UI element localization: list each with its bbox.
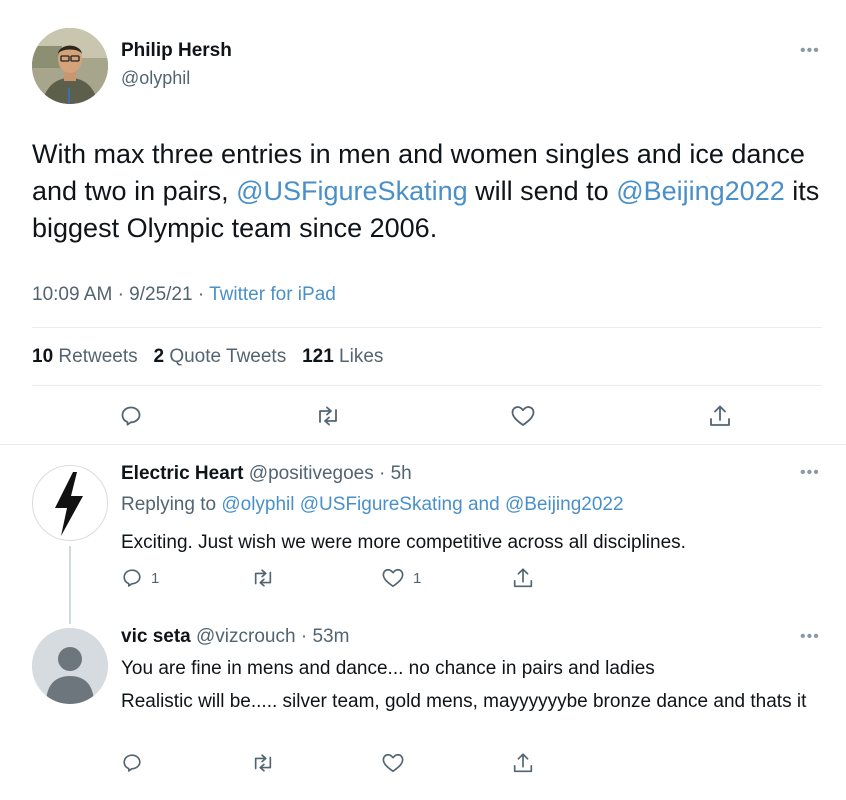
reply-age[interactable]: 53m [312, 626, 349, 647]
reply-icon[interactable] [121, 752, 143, 774]
likes-count: 121 [302, 346, 334, 367]
reply-author-avatar[interactable] [32, 465, 108, 541]
retweet-icon[interactable] [250, 752, 276, 774]
more-options-icon[interactable]: ••• [800, 628, 820, 646]
reply-text-line: Realistic will be..... silver team, gold… [121, 691, 807, 712]
divider [32, 385, 822, 386]
separator-dot: · [117, 284, 124, 305]
divider [32, 327, 822, 328]
reply-text: Exciting. Just wish we were more competi… [121, 532, 686, 553]
replying-to-mentions[interactable]: @olyphil @USFigureSkating and @Beijing20… [221, 494, 623, 515]
likes-label: Likes [339, 346, 384, 367]
heart-icon[interactable] [381, 752, 405, 774]
main-author-handle[interactable]: @olyphil [121, 68, 190, 89]
reply-author-handle[interactable]: @vizcrouch [196, 626, 296, 647]
share-icon[interactable] [511, 751, 535, 775]
main-tweet-text: With max three entries in men and women … [32, 136, 822, 247]
reply-count: 1 [151, 569, 160, 587]
share-icon[interactable] [511, 566, 535, 590]
default-avatar[interactable] [32, 628, 108, 704]
replying-to-prefix: Replying to [121, 494, 222, 515]
tweet-date[interactable]: 9/25/21 [129, 284, 192, 305]
more-options-icon[interactable]: ••• [800, 464, 820, 482]
reply-icon[interactable] [119, 404, 143, 428]
main-author-avatar[interactable] [32, 28, 108, 104]
reply-author-handle[interactable]: @positivegoes [249, 463, 374, 484]
mention-link[interactable]: @Beijing2022 [616, 176, 785, 206]
divider [0, 444, 846, 445]
separator-dot: · [295, 626, 313, 647]
retweets-count: 10 [32, 346, 54, 367]
reply-author-name[interactable]: Electric Heart [121, 463, 244, 484]
mention-link[interactable]: @USFigureSkating [236, 176, 468, 206]
retweet-icon[interactable] [314, 404, 342, 428]
tweet-text-part: will send to [467, 176, 617, 206]
separator-dot: · [197, 284, 205, 305]
likes-stat[interactable]: 121 Likes [302, 346, 383, 367]
quotes-stat[interactable]: 2 Quote Tweets [153, 346, 291, 367]
replying-to-line: Replying to @olyphil @USFigureSkating an… [121, 494, 624, 516]
reply-age[interactable]: 5h [391, 463, 412, 484]
reply-author-name[interactable]: vic seta [121, 626, 191, 647]
lightning-bolt-icon [55, 472, 83, 536]
person-silhouette-icon [32, 628, 108, 704]
reply-icon[interactable]: 1 [121, 567, 159, 589]
like-count: 1 [413, 569, 422, 587]
retweets-label: Retweets [58, 346, 138, 367]
reply-header: vic seta @vizcrouch · 53m [121, 626, 349, 648]
engagement-stats: 10 Retweets 2 Quote Tweets 121 Likes [32, 346, 383, 368]
tweet-time[interactable]: 10:09 AM [32, 284, 112, 305]
more-options-icon[interactable]: ••• [800, 42, 820, 60]
heart-icon[interactable] [510, 404, 536, 428]
separator-dot: · [373, 463, 391, 484]
thread-connector-line [69, 546, 71, 624]
retweet-icon[interactable] [250, 567, 276, 589]
share-icon[interactable] [707, 403, 733, 429]
retweets-stat[interactable]: 10 Retweets [32, 346, 143, 367]
reply-header: Electric Heart @positivegoes · 5h [121, 463, 412, 485]
reply-text-line: You are fine in mens and dance... no cha… [121, 658, 655, 679]
quotes-label: Quote Tweets [169, 346, 287, 367]
tweet-source[interactable]: Twitter for iPad [209, 284, 336, 305]
tweet-timestamp-row: 10:09 AM · 9/25/21 · Twitter for iPad [32, 284, 336, 306]
main-author-name[interactable]: Philip Hersh [121, 40, 232, 62]
heart-icon[interactable]: 1 [381, 567, 421, 589]
quotes-count: 2 [153, 346, 165, 367]
